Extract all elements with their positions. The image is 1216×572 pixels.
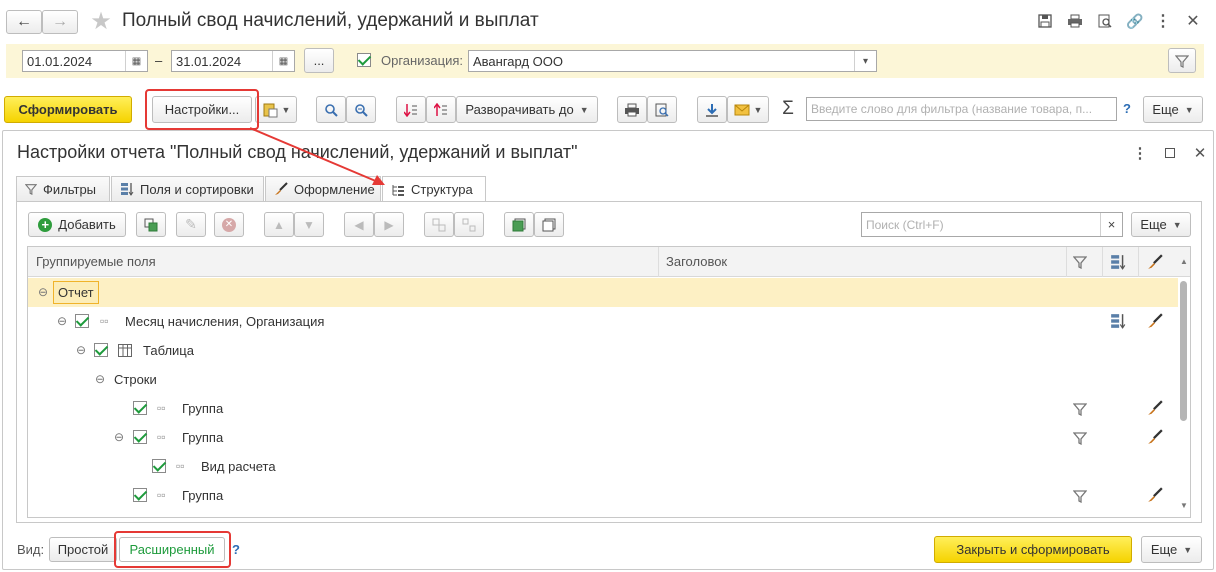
annotation-arrow bbox=[249, 127, 385, 185]
